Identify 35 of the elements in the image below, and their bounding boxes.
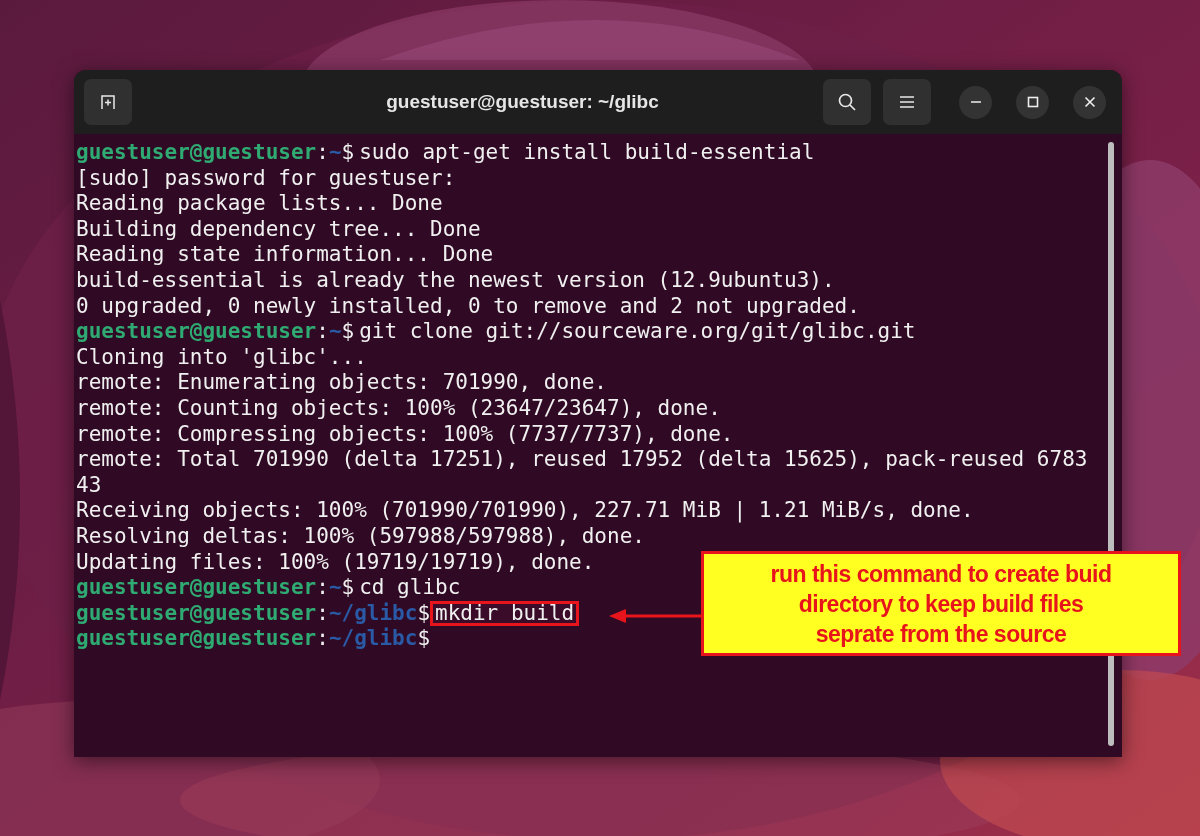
- maximize-button[interactable]: [1016, 85, 1049, 119]
- minimize-icon: [970, 101, 981, 103]
- maximize-icon: [1026, 96, 1039, 108]
- window-title: guestuser@guestuser: ~/glibc: [385, 91, 660, 113]
- output-line: build-essential is already the newest version (12.9ubuntu3).: [76, 267, 835, 294]
- prompt-line: guestuser@guestuser:~$ cd glibc: [76, 575, 462, 601]
- prompt-line: guestuser@guestuser:~$ git clone git://sourceware.org/git/glibc.git: [76, 319, 917, 345]
- close-icon: [1083, 96, 1096, 108]
- output-line: remote: Compressing objects: 100% (7737/7737), done.: [76, 421, 734, 448]
- new-tab-icon: [99, 93, 117, 111]
- output-line: Resolving deltas: 100% (597988/597988), done.: [76, 523, 645, 550]
- output-line: remote: Enumerating objects: 701990, done.: [76, 370, 607, 396]
- output-line: 43: [76, 472, 102, 499]
- output-line: Receiving objects: 100% (701990/701990), 227.71 MiB | 1.21 MiB/s, done.: [76, 498, 974, 524]
- prompt-line: guestuser@guestuser:~/glibc$: [76, 626, 431, 652]
- close-button[interactable]: [1073, 85, 1106, 119]
- output-line: [sudo] password for guestuser:: [76, 165, 456, 192]
- search-button[interactable]: [823, 79, 871, 125]
- callout-text: seprate from the source: [815, 619, 1067, 649]
- output-line: Reading state information... Done: [76, 242, 494, 268]
- output-line: 0 upgraded, 0 newly installed, 0 to remove and 2 not upgraded.: [76, 293, 860, 320]
- new-tab-button[interactable]: [84, 79, 132, 125]
- callout-text: directory to keep build files: [798, 589, 1084, 619]
- prompt-line: guestuser@guestuser:~/glibc$ mkdir build: [76, 600, 580, 627]
- output-line: Reading package lists... Done: [76, 191, 443, 217]
- output-line: remote: Counting objects: 100% (23647/23647), done.: [76, 395, 721, 422]
- menu-button[interactable]: [883, 79, 931, 125]
- output-line: Cloning into 'glibc'...: [76, 344, 367, 371]
- search-icon: [837, 92, 857, 112]
- output-line: Updating files: 100% (19719/19719), done.: [76, 549, 595, 576]
- output-line: Building dependency tree... Done: [76, 216, 481, 243]
- output-line: remote: Total 701990 (delta 17251), reused 17952 (delta 15625), pack-reused 6783: [76, 447, 1088, 473]
- callout-text: run this command to create buid: [770, 559, 1112, 589]
- menu-icon: [899, 95, 915, 109]
- prompt-line: guestuser@guestuser:~$ sudo apt-get install build-essential: [76, 140, 816, 166]
